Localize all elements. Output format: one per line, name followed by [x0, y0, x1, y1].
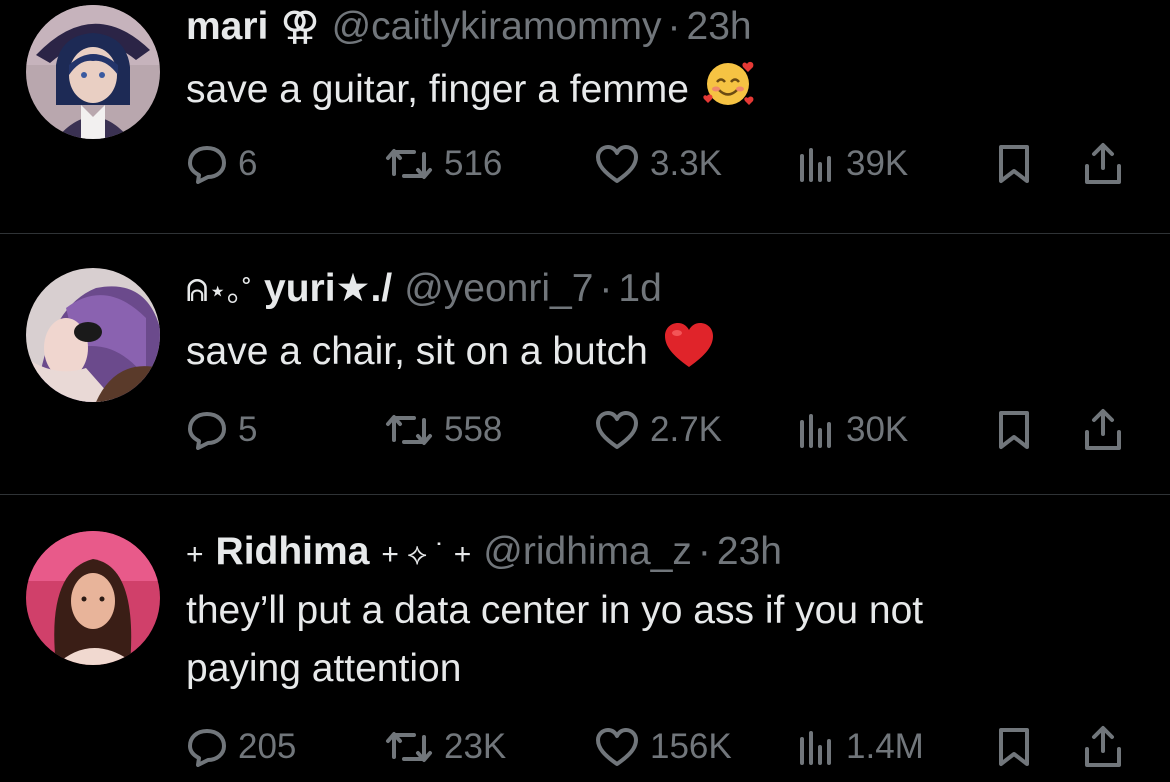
view-count: 1.4M	[846, 727, 924, 766]
avatar[interactable]	[26, 5, 160, 139]
repost-icon	[386, 732, 432, 762]
timestamp[interactable]: 23h	[717, 529, 782, 575]
share-button[interactable]	[1082, 136, 1124, 192]
repost-button[interactable]: 516	[384, 136, 502, 192]
view-count: 39K	[846, 144, 909, 183]
reply-button[interactable]: 6	[186, 136, 257, 192]
repost-icon	[386, 415, 432, 445]
handle[interactable]: @caitlykiramommy	[332, 4, 662, 50]
handle[interactable]: @ridhima_z	[483, 529, 692, 575]
repost-count: 516	[444, 144, 503, 183]
name-suffix: + ⟡ ˙ +	[381, 538, 472, 571]
analytics-icon	[800, 148, 831, 182]
views-button[interactable]: 39K	[796, 136, 908, 192]
bookmark-button[interactable]	[996, 402, 1032, 458]
heart-icon	[596, 728, 638, 766]
heart-icon	[596, 145, 638, 183]
repost-count: 23K	[444, 727, 507, 766]
like-button[interactable]: 3.3K	[594, 136, 722, 192]
display-name[interactable]: mari	[186, 4, 268, 50]
bookmark-icon	[999, 728, 1029, 766]
post-header: mari ⚢ @caitlykiramommy · 23h	[186, 4, 752, 50]
like-count: 3.3K	[650, 144, 722, 183]
display-name[interactable]: yuri★./	[264, 266, 392, 312]
reply-button[interactable]: 205	[186, 719, 296, 775]
handle[interactable]: @yeonri_7	[404, 266, 593, 312]
repost-button[interactable]: 558	[384, 402, 502, 458]
share-icon	[1085, 726, 1121, 767]
bookmark-icon	[999, 145, 1029, 183]
heart-icon	[596, 411, 638, 449]
avatar[interactable]	[26, 531, 160, 665]
analytics-icon	[800, 414, 831, 448]
post-2[interactable]: ᕱ⋆｡˚ yuri★./ @yeonri_7 · 1d save a chair…	[0, 234, 1170, 494]
like-count: 2.7K	[650, 410, 722, 449]
like-button[interactable]: 156K	[594, 719, 732, 775]
analytics-icon	[800, 731, 831, 765]
post-text: save a chair, sit on a butch	[186, 320, 1136, 387]
display-name[interactable]: Ridhima	[216, 529, 370, 575]
timestamp[interactable]: 23h	[687, 4, 752, 50]
bookmark-icon	[999, 411, 1029, 449]
reply-icon	[188, 146, 226, 184]
repost-icon	[386, 149, 432, 179]
reply-icon	[188, 412, 226, 450]
separator: ·	[697, 530, 711, 573]
reply-button[interactable]: 5	[186, 402, 257, 458]
views-button[interactable]: 1.4M	[796, 719, 924, 775]
post-text: they’ll put a data center in yo ass if y…	[186, 589, 924, 690]
post-header: + Ridhima + ⟡ ˙ + @ridhima_z · 23h	[186, 529, 782, 578]
action-bar: 205 23K 156K 1.4M	[186, 719, 1146, 775]
share-button[interactable]	[1082, 402, 1124, 458]
view-count: 30K	[846, 410, 909, 449]
like-count: 156K	[650, 727, 732, 766]
red-heart-icon	[662, 320, 716, 387]
reply-icon	[188, 729, 226, 767]
post-header: ᕱ⋆｡˚ yuri★./ @yeonri_7 · 1d	[186, 266, 662, 315]
bookmark-button[interactable]	[996, 719, 1032, 775]
share-button[interactable]	[1082, 719, 1124, 775]
post-text: save a guitar, finger a femme	[186, 58, 1136, 125]
name-symbol: ⚢	[280, 5, 320, 48]
name-prefix: +	[186, 538, 204, 571]
post-text-content: save a chair, sit on a butch	[186, 330, 648, 373]
action-bar: 5 558 2.7K 30K	[186, 402, 1146, 458]
bookmark-button[interactable]	[996, 136, 1032, 192]
post-3[interactable]: + Ridhima + ⟡ ˙ + @ridhima_z · 23h they’…	[0, 495, 1170, 782]
views-button[interactable]: 30K	[796, 402, 908, 458]
repost-button[interactable]: 23K	[384, 719, 506, 775]
reply-count: 5	[238, 410, 258, 449]
name-prefix: ᕱ⋆｡˚	[186, 275, 253, 308]
smiling-face-with-hearts-icon	[703, 58, 755, 125]
separator: ·	[667, 5, 681, 48]
reply-count: 6	[238, 144, 258, 183]
share-icon	[1085, 409, 1121, 450]
action-bar: 6 516 3.3K 39K	[186, 136, 1146, 192]
timestamp[interactable]: 1d	[618, 266, 661, 312]
separator: ·	[599, 267, 613, 310]
share-icon	[1085, 143, 1121, 184]
reply-count: 205	[238, 727, 297, 766]
like-button[interactable]: 2.7K	[594, 402, 722, 458]
post-text-content: save a guitar, finger a femme	[186, 68, 689, 111]
avatar[interactable]	[26, 268, 160, 402]
repost-count: 558	[444, 410, 503, 449]
post-1[interactable]: mari ⚢ @caitlykiramommy · 23h save a gui…	[0, 0, 1170, 233]
